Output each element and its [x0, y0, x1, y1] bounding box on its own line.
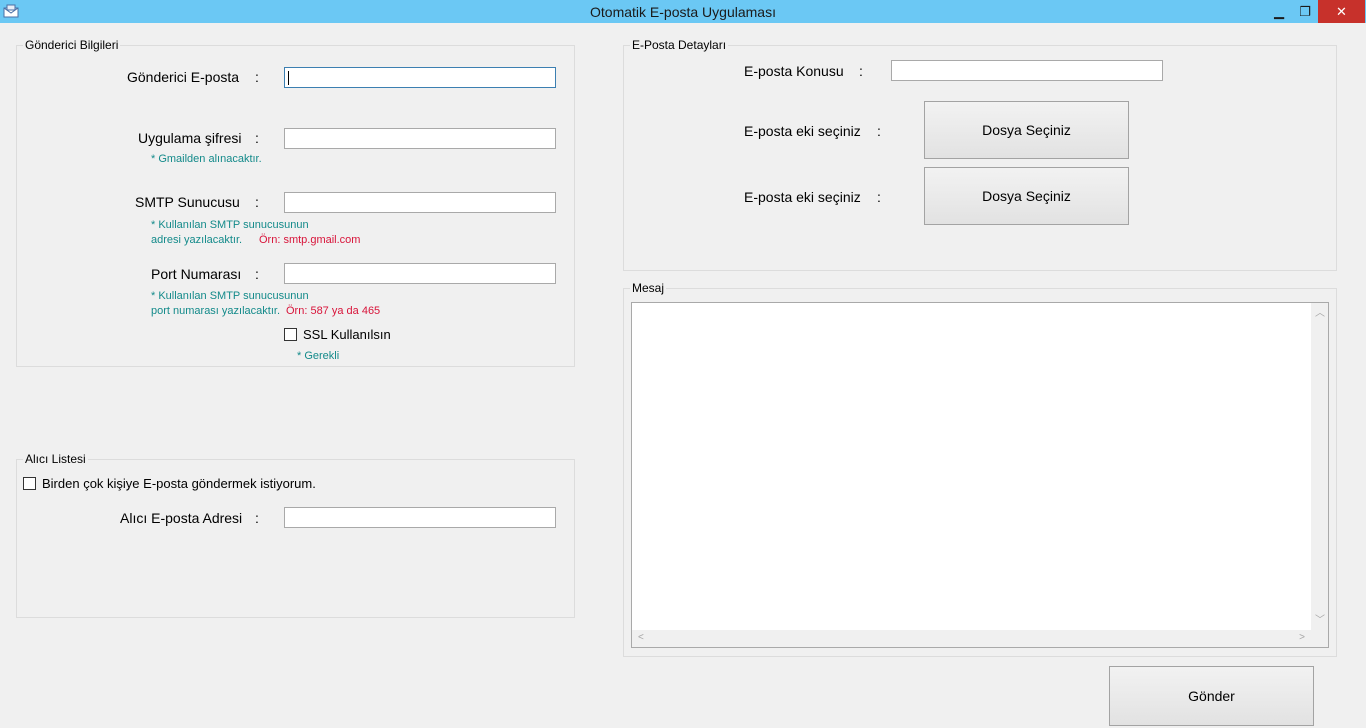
port-label: Port Numarası — [151, 266, 242, 282]
app-password-colon: : — [255, 130, 259, 146]
send-button[interactable]: Gönder — [1109, 666, 1314, 726]
text-caret — [288, 71, 289, 85]
attachment1-colon: : — [877, 123, 881, 139]
subject-label: E-posta Konusu — [744, 63, 844, 79]
attachment1-label: E-posta eki seçiniz — [744, 123, 861, 139]
port-input[interactable] — [284, 263, 556, 284]
details-group-title: E-Posta Detayları — [630, 38, 729, 52]
smtp-example: Örn: smtp.gmail.com — [259, 234, 361, 246]
recipient-address-colon: : — [255, 510, 259, 526]
sender-email-colon: : — [255, 69, 259, 85]
attachment2-colon: : — [877, 189, 881, 205]
recipient-address-input[interactable] — [284, 507, 556, 528]
attachment2-label: E-posta eki seçiniz — [744, 189, 861, 205]
multi-recipient-label[interactable]: Birden çok kişiye E-posta göndermek isti… — [42, 476, 316, 491]
sender-group-title: Gönderici Bilgileri — [23, 38, 121, 52]
close-button[interactable]: ✕ — [1318, 0, 1365, 23]
app-password-label: Uygulama şifresi — [138, 130, 242, 146]
vertical-scrollbar[interactable]: ︿ ﹀ — [1311, 303, 1328, 630]
app-password-input[interactable] — [284, 128, 556, 149]
scroll-up-icon[interactable]: ︿ — [1315, 309, 1325, 319]
scrollbar-corner — [1311, 630, 1328, 647]
port-colon: : — [255, 266, 259, 282]
smtp-colon: : — [255, 194, 259, 210]
subject-input[interactable] — [891, 60, 1163, 81]
message-group-title: Mesaj — [630, 281, 667, 295]
required-hint: * Gerekli — [297, 350, 340, 362]
port-hint-line2: port numarası yazılacaktır. — [151, 305, 280, 317]
restore-button[interactable]: ❐ — [1292, 0, 1318, 23]
attachment2-button[interactable]: Dosya Seçiniz — [924, 167, 1129, 225]
port-example: Örn: 587 ya da 465 — [286, 305, 381, 317]
subject-colon: : — [859, 63, 863, 79]
recipients-group-title: Alıcı Listesi — [23, 452, 88, 466]
smtp-hint-line2: adresi yazılacaktır. — [151, 234, 243, 246]
ssl-label[interactable]: SSL Kullanılsın — [303, 327, 391, 342]
title-bar[interactable]: Otomatik E-posta Uygulaması ▁ ❐ ✕ — [0, 0, 1366, 23]
scroll-down-icon[interactable]: ﹀ — [1315, 616, 1325, 626]
scroll-left-icon[interactable]: < — [638, 633, 644, 643]
multi-recipient-checkbox[interactable] — [23, 477, 36, 490]
message-textarea[interactable]: ︿ ﹀ < > — [631, 302, 1329, 648]
horizontal-scrollbar[interactable]: < > — [632, 630, 1311, 647]
smtp-label: SMTP Sunucusu — [135, 194, 240, 210]
scroll-right-icon[interactable]: > — [1299, 633, 1305, 643]
port-hint-line1: * Kullanılan SMTP sunucusunun — [151, 290, 309, 302]
smtp-input[interactable] — [284, 192, 556, 213]
sender-email-label: Gönderici E-posta — [127, 69, 240, 85]
recipient-address-label: Alıcı E-posta Adresi — [120, 510, 243, 526]
minimize-button[interactable]: ▁ — [1266, 0, 1292, 23]
close-icon: ✕ — [1336, 3, 1347, 19]
attachment1-button[interactable]: Dosya Seçiniz — [924, 101, 1129, 159]
app-password-hint: * Gmailden alınacaktır. — [151, 153, 262, 165]
window-title: Otomatik E-posta Uygulaması — [590, 4, 776, 20]
smtp-hint-line1: * Kullanılan SMTP sunucusunun — [151, 219, 309, 231]
ssl-checkbox[interactable] — [284, 328, 297, 341]
sender-email-input[interactable] — [284, 67, 556, 88]
